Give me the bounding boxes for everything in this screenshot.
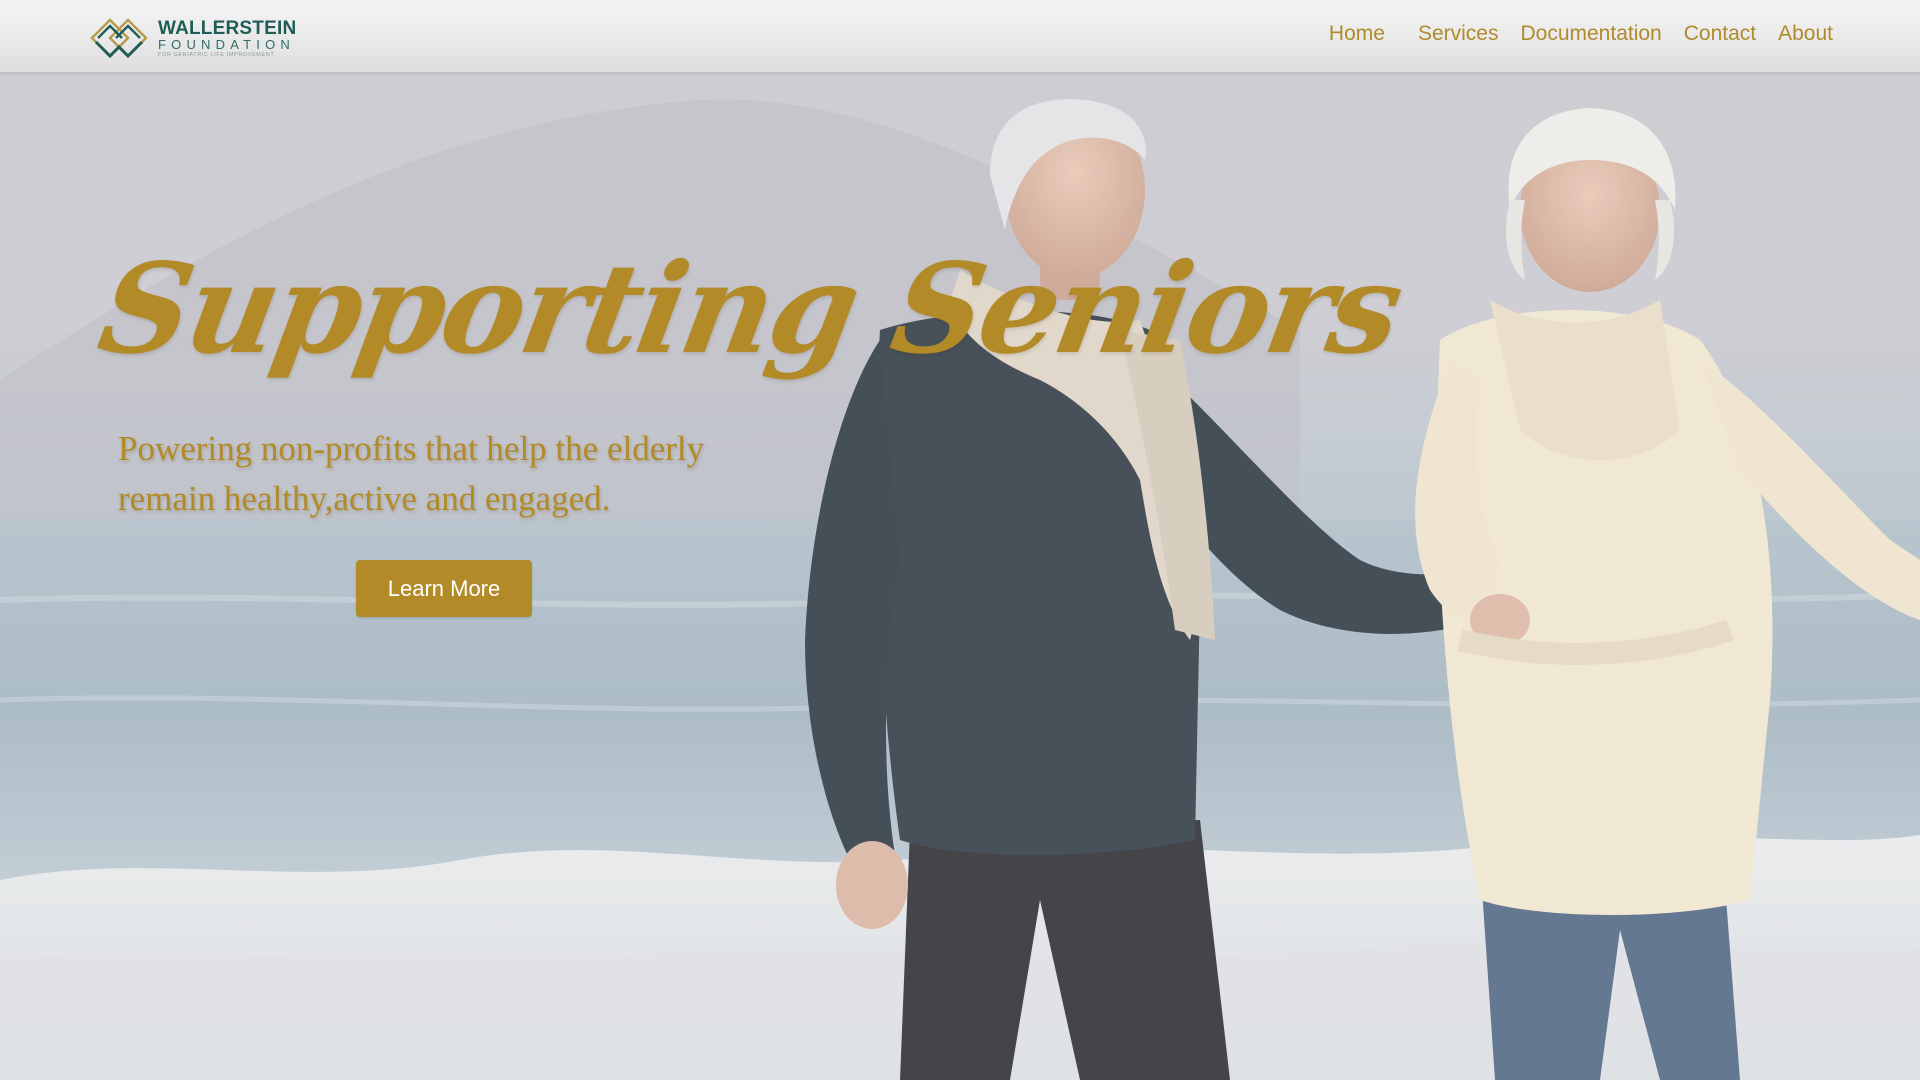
learn-more-button[interactable]: Learn More	[356, 560, 532, 617]
brand-subname: FOUNDATION	[158, 37, 295, 52]
nav-contact[interactable]: Contact	[1673, 22, 1767, 46]
brand-tagline: FOR GERIATRIC LIFE IMPROVEMENT	[158, 52, 275, 58]
hero-photo-senior-couple-beach	[0, 0, 1920, 1080]
hero-title: Supporting Seniors	[89, 237, 1411, 382]
nav-services[interactable]: Services	[1407, 22, 1510, 46]
site-header: WALLERSTEIN FOUNDATION FOR GERIATRIC LIF…	[0, 0, 1920, 72]
diamond-logo-icon	[90, 18, 148, 59]
main-nav: Home Services Documentation Contact Abou…	[1318, 22, 1844, 46]
nav-documentation[interactable]: Documentation	[1509, 22, 1672, 46]
hero-subtitle: Powering non-profits that help the elder…	[118, 429, 705, 518]
nav-about[interactable]: About	[1767, 22, 1844, 46]
nav-home[interactable]: Home	[1318, 22, 1407, 46]
hero-background	[0, 0, 1920, 1080]
brand-logo[interactable]: WALLERSTEIN FOUNDATION FOR GERIATRIC LIF…	[88, 16, 296, 60]
